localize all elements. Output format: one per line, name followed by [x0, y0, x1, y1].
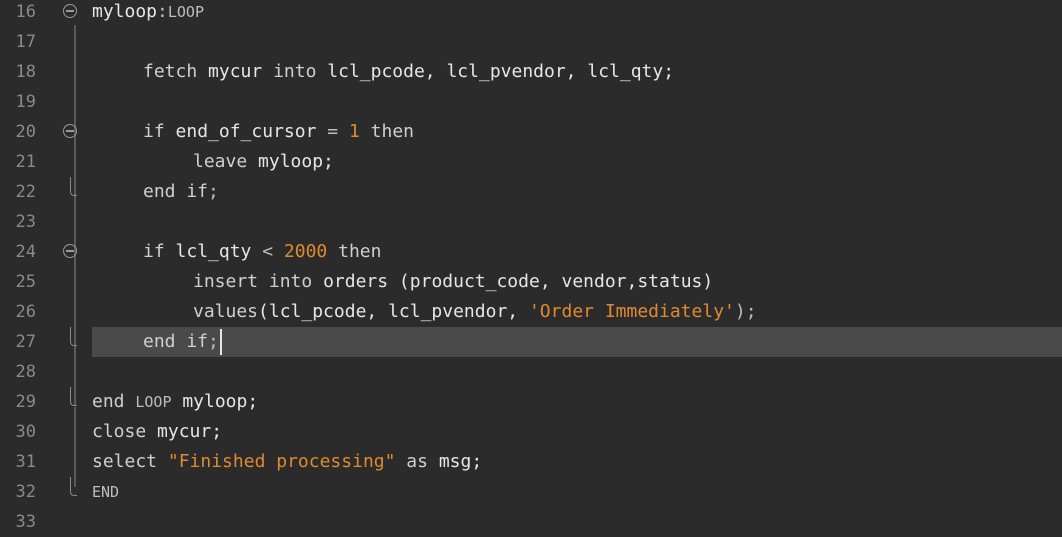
- code-text: if end_of_cursor = 1 then: [143, 121, 414, 142]
- code-editor[interactable]: 16 myloop:LOOP 17 18 fetch mycur into lc…: [0, 0, 1062, 532]
- line-number: 21: [15, 152, 36, 172]
- fold-end-icon: [70, 387, 77, 406]
- fold-end-marker: [56, 327, 90, 357]
- code-line: 16 myloop:LOOP: [0, 0, 1062, 27]
- code-line: 33: [0, 507, 1062, 537]
- fold-toggle[interactable]: [56, 0, 90, 27]
- line-number: 23: [15, 212, 36, 232]
- line-number: 22: [15, 182, 36, 202]
- code-text: fetch mycur into lcl_pcode, lcl_pvendor,…: [143, 61, 675, 82]
- line-number: 30: [15, 422, 36, 442]
- fold-end-marker: [56, 387, 90, 417]
- line-number: 27: [15, 332, 36, 352]
- text-cursor: [219, 329, 222, 355]
- code-line: 25 insert into orders (product_code, ven…: [0, 267, 1062, 297]
- code-text: end if;: [143, 327, 222, 357]
- code-line: 19: [0, 87, 1062, 117]
- line-number: 20: [15, 122, 36, 142]
- line-number: 19: [15, 92, 36, 112]
- fold-toggle[interactable]: [56, 237, 90, 267]
- line-number: 28: [15, 362, 36, 382]
- code-text: leave myloop;: [193, 151, 334, 172]
- code-line: 28: [0, 357, 1062, 387]
- fold-collapse-icon[interactable]: [63, 244, 77, 258]
- line-number: 16: [15, 2, 36, 22]
- code-line: 21 leave myloop;: [0, 147, 1062, 177]
- code-text: END: [92, 483, 120, 501]
- code-line: 32 END: [0, 477, 1062, 507]
- code-text: if lcl_qty < 2000 then: [143, 241, 382, 262]
- fold-end-marker: [56, 477, 90, 507]
- fold-toggle[interactable]: [56, 117, 90, 147]
- fold-collapse-icon[interactable]: [63, 4, 77, 18]
- code-line: 31 select "Finished processing" as msg;: [0, 447, 1062, 477]
- code-line: 22 end if;: [0, 177, 1062, 207]
- fold-end-icon: [70, 477, 77, 496]
- fold-end-marker: [56, 177, 90, 207]
- code-line: 18 fetch mycur into lcl_pcode, lcl_pvend…: [0, 57, 1062, 87]
- code-text: values(lcl_pcode, lcl_pvendor, 'Order Im…: [193, 301, 757, 322]
- code-text: myloop:LOOP: [92, 1, 204, 22]
- code-text: insert into orders (product_code, vendor…: [193, 271, 714, 292]
- code-text: end LOOP myloop;: [92, 391, 259, 412]
- fold-end-icon: [70, 177, 77, 196]
- code-text: select "Finished processing" as msg;: [92, 451, 483, 472]
- code-line: 17: [0, 27, 1062, 57]
- code-line: 29 end LOOP myloop;: [0, 387, 1062, 417]
- code-line: 23: [0, 207, 1062, 237]
- fold-collapse-icon[interactable]: [63, 124, 77, 138]
- line-number: 31: [15, 452, 36, 472]
- fold-end-icon: [70, 327, 77, 346]
- code-text: end if;: [143, 181, 219, 202]
- line-number: 24: [15, 242, 36, 262]
- code-line: 30 close mycur;: [0, 417, 1062, 447]
- code-text: close mycur;: [92, 421, 223, 442]
- code-line: 24 if lcl_qty < 2000 then: [0, 237, 1062, 267]
- code-line: 26 values(lcl_pcode, lcl_pvendor, 'Order…: [0, 297, 1062, 327]
- line-number: 17: [15, 32, 36, 52]
- code-line-current: 27 end if;: [0, 327, 1062, 357]
- line-number: 25: [15, 272, 36, 292]
- code-line: 20 if end_of_cursor = 1 then: [0, 117, 1062, 147]
- line-number: 26: [15, 302, 36, 322]
- line-number: 32: [15, 482, 36, 502]
- line-number: 18: [15, 62, 36, 82]
- line-number: 33: [15, 512, 36, 532]
- line-number: 29: [15, 392, 36, 412]
